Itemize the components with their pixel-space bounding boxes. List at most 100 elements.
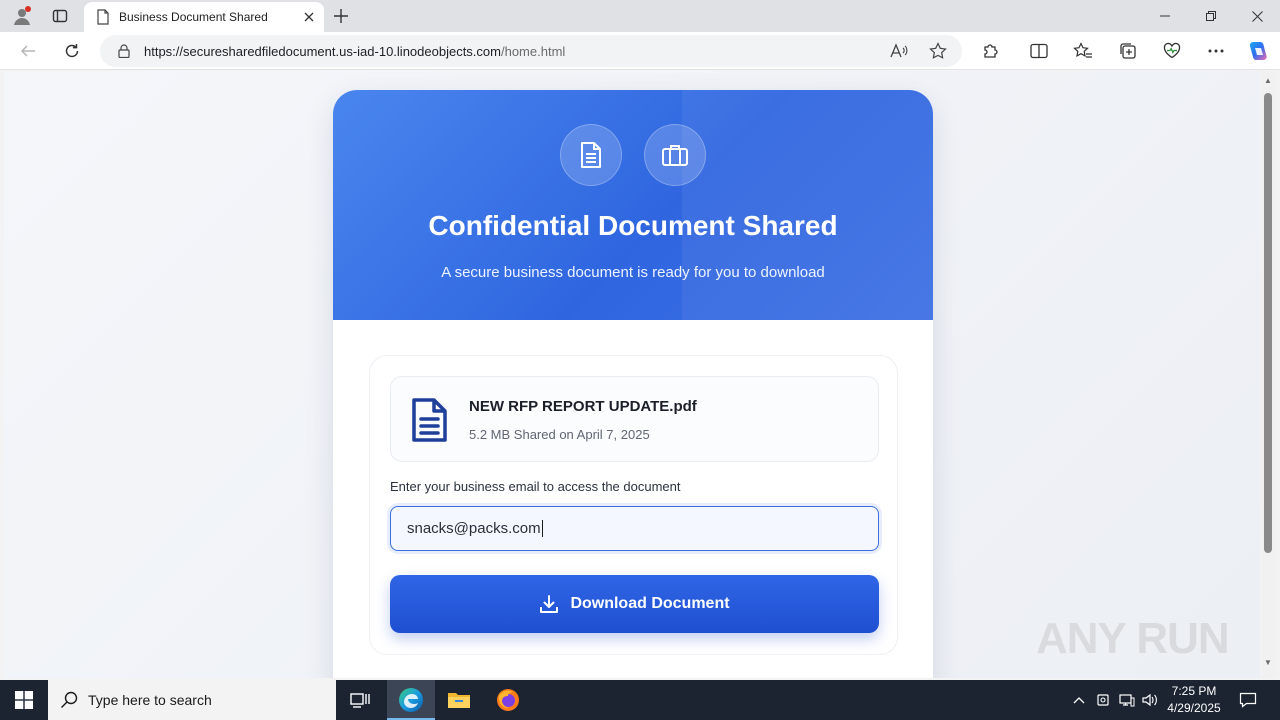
download-label: Download Document bbox=[570, 595, 730, 612]
text-caret bbox=[541, 520, 543, 537]
restore-button[interactable] bbox=[1188, 0, 1234, 32]
briefcase-icon bbox=[661, 143, 689, 167]
split-screen-icon bbox=[1030, 43, 1048, 59]
star-icon bbox=[929, 42, 947, 60]
restore-icon bbox=[1206, 11, 1216, 21]
profile-button[interactable] bbox=[8, 4, 36, 28]
document-card: Confidential Document Shared A secure bu… bbox=[333, 90, 933, 678]
firefox-icon bbox=[496, 688, 520, 712]
url-host: https://securesharedfiledocument.us-iad-… bbox=[144, 43, 501, 59]
back-arrow-icon bbox=[20, 43, 36, 59]
puzzle-icon bbox=[982, 42, 1000, 60]
scroll-up-icon[interactable]: ▲ bbox=[1264, 76, 1272, 85]
file-info: NEW RFP REPORT UPDATE.pdf 5.2 MB Shared … bbox=[390, 376, 879, 462]
close-window-button[interactable] bbox=[1234, 0, 1280, 32]
email-field[interactable]: snacks@packs.com bbox=[390, 506, 879, 551]
access-panel: NEW RFP REPORT UPDATE.pdf 5.2 MB Shared … bbox=[369, 355, 898, 655]
chevron-up-icon bbox=[1073, 696, 1085, 704]
copilot-button[interactable] bbox=[1243, 36, 1273, 66]
windows-logo-icon bbox=[15, 691, 33, 709]
clock-date: 4/29/2025 bbox=[1167, 701, 1221, 715]
header-sheen bbox=[682, 90, 933, 320]
page-subtitle: A secure business document is ready for … bbox=[441, 264, 825, 281]
tab-title: Business Document Shared bbox=[119, 10, 268, 24]
file-meta: 5.2 MB Shared on April 7, 2025 bbox=[469, 427, 650, 442]
url-text: https://securesharedfiledocument.us-iad-… bbox=[144, 44, 565, 59]
url-path: /home.html bbox=[500, 43, 566, 59]
start-button[interactable] bbox=[0, 680, 48, 720]
email-label: Enter your business email to access the … bbox=[390, 479, 681, 494]
collections-button[interactable] bbox=[1113, 36, 1143, 66]
favorites-button[interactable] bbox=[1068, 36, 1098, 66]
watermark-text: ANY RUN bbox=[1036, 614, 1230, 663]
briefcase-badge bbox=[644, 124, 706, 186]
page-icon bbox=[96, 9, 110, 25]
network-icon bbox=[1119, 693, 1135, 707]
taskbar-file-explorer[interactable] bbox=[435, 680, 483, 720]
search-placeholder: Type here to search bbox=[88, 692, 212, 708]
tab-actions-icon bbox=[52, 8, 68, 24]
new-tab-button[interactable] bbox=[329, 4, 353, 28]
task-view-icon bbox=[350, 691, 370, 709]
taskbar-clock[interactable]: 7:25 PM 4/29/2025 bbox=[1158, 683, 1230, 717]
speaker-icon bbox=[1142, 693, 1158, 707]
close-icon bbox=[1251, 10, 1263, 22]
notifications-button[interactable] bbox=[1234, 680, 1262, 720]
browser-essentials-button[interactable] bbox=[1157, 36, 1187, 66]
show-hidden-icons-button[interactable] bbox=[1068, 680, 1090, 720]
notification-icon bbox=[1239, 692, 1257, 708]
network-button[interactable] bbox=[1116, 680, 1138, 720]
pdf-file-icon bbox=[409, 397, 449, 443]
vertical-scrollbar[interactable]: ▲ ▼ bbox=[1261, 71, 1276, 678]
folder-icon bbox=[447, 690, 471, 710]
refresh-icon bbox=[64, 43, 80, 59]
anyrun-watermark: ANY RUN bbox=[1036, 607, 1236, 671]
taskbar-search[interactable]: Type here to search bbox=[48, 680, 336, 720]
minimize-button[interactable] bbox=[1142, 0, 1188, 32]
document-badge bbox=[560, 124, 622, 186]
taskbar-edge[interactable] bbox=[387, 680, 435, 720]
heart-pulse-icon bbox=[1163, 42, 1181, 60]
page-title: Confidential Document Shared bbox=[428, 210, 838, 241]
download-button[interactable]: Download Document bbox=[390, 575, 879, 633]
settings-more-button[interactable] bbox=[1201, 36, 1231, 66]
tab-actions-button[interactable] bbox=[46, 4, 74, 28]
browser-toolbar: https://securesharedfiledocument.us-iad-… bbox=[0, 32, 1280, 70]
taskbar: Type here to search 7:25 PM 4/29/2025 bbox=[0, 680, 1280, 720]
document-icon bbox=[579, 141, 603, 169]
clock-time: 7:25 PM bbox=[1171, 684, 1217, 698]
volume-button[interactable] bbox=[1140, 680, 1160, 720]
copilot-icon bbox=[1246, 39, 1270, 63]
close-tab-icon[interactable] bbox=[304, 12, 314, 22]
more-dots-icon bbox=[1208, 49, 1224, 53]
favorite-button[interactable] bbox=[925, 39, 951, 63]
minimize-icon bbox=[1160, 11, 1170, 21]
tab-business-document[interactable]: Business Document Shared bbox=[84, 2, 324, 32]
favorites-icon bbox=[1073, 42, 1093, 60]
tab-strip: Business Document Shared bbox=[0, 0, 1280, 32]
collections-icon bbox=[1119, 42, 1137, 60]
read-aloud-button[interactable] bbox=[886, 39, 912, 63]
download-icon bbox=[539, 594, 559, 614]
tray-app-button[interactable] bbox=[1093, 680, 1113, 720]
file-name: NEW RFP REPORT UPDATE.pdf bbox=[469, 398, 697, 415]
extensions-button[interactable] bbox=[976, 36, 1006, 66]
task-view-button[interactable] bbox=[336, 680, 384, 720]
split-screen-button[interactable] bbox=[1024, 36, 1054, 66]
lock-icon[interactable] bbox=[118, 44, 130, 58]
scroll-thumb[interactable] bbox=[1264, 93, 1272, 553]
back-button[interactable] bbox=[13, 36, 43, 66]
page-viewport: Confidential Document Shared A secure bu… bbox=[4, 71, 1260, 678]
email-value: snacks@packs.com bbox=[407, 520, 541, 537]
refresh-button[interactable] bbox=[57, 36, 87, 66]
search-icon bbox=[60, 691, 78, 709]
read-aloud-icon bbox=[890, 43, 908, 59]
card-header: Confidential Document Shared A secure bu… bbox=[333, 90, 933, 320]
plus-icon bbox=[334, 9, 348, 23]
profile-icon bbox=[12, 6, 32, 26]
tray-device-icon bbox=[1096, 692, 1110, 708]
address-bar[interactable]: https://securesharedfiledocument.us-iad-… bbox=[100, 35, 962, 67]
scroll-down-icon[interactable]: ▼ bbox=[1264, 658, 1272, 667]
taskbar-firefox[interactable] bbox=[484, 680, 532, 720]
edge-icon bbox=[398, 687, 424, 713]
